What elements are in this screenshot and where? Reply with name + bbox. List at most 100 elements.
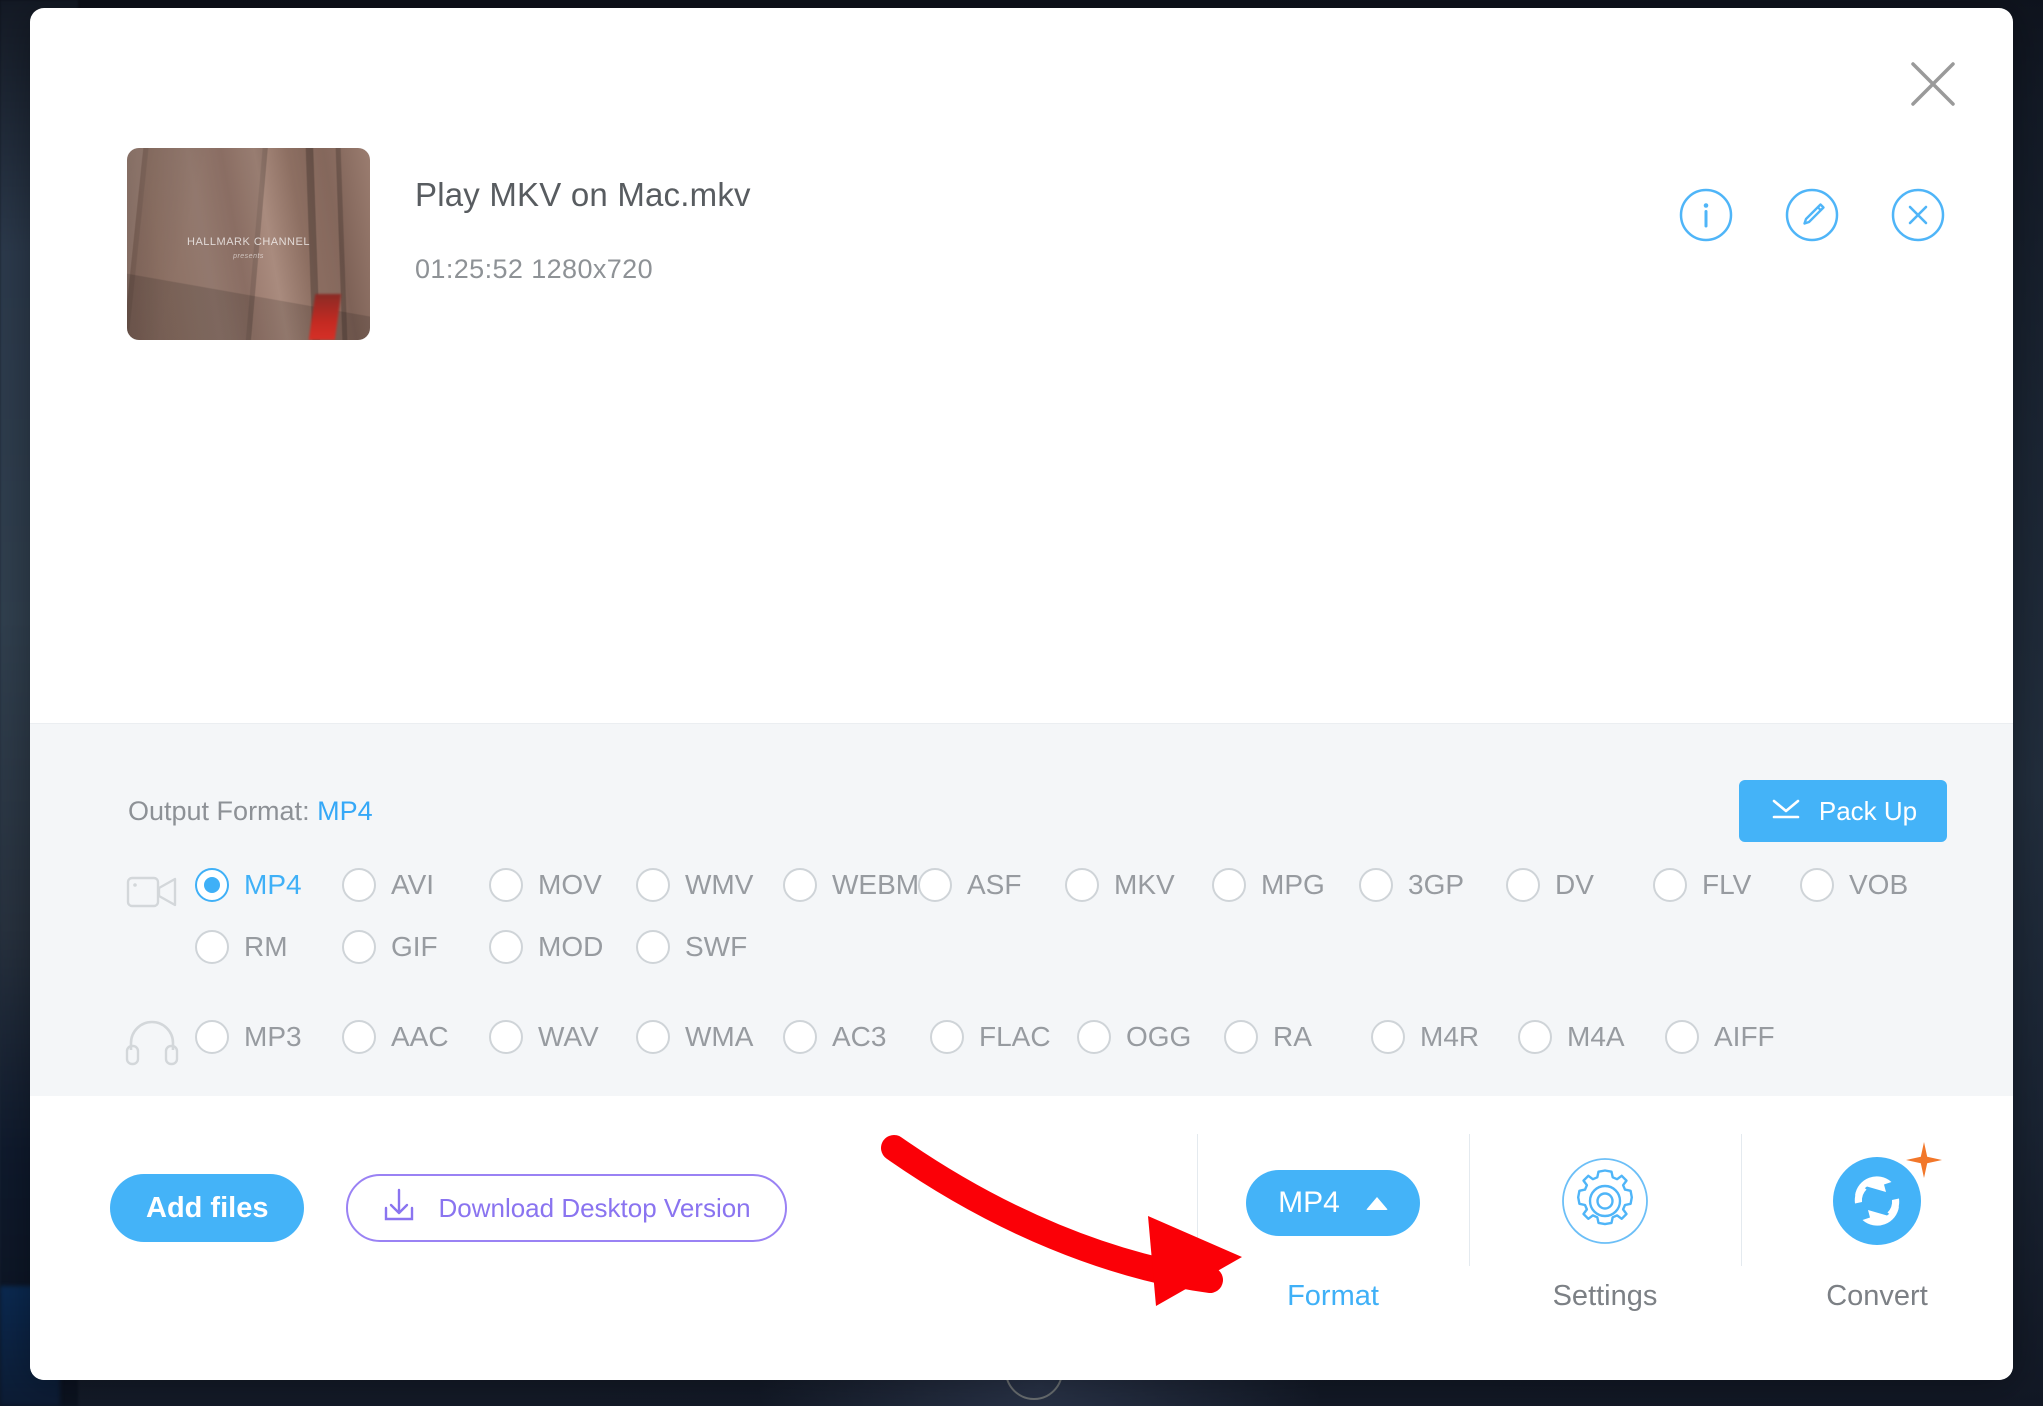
format-option-label: WMV xyxy=(685,869,754,900)
radio-icon[interactable] xyxy=(930,1020,964,1054)
format-option-label: AIFF xyxy=(1714,1021,1775,1052)
tool-convert[interactable]: Convert xyxy=(1741,1096,2013,1313)
format-option-ra[interactable]: RA xyxy=(1224,1006,1371,1068)
format-select-value: MP4 xyxy=(1278,1186,1340,1219)
radio-icon[interactable] xyxy=(342,930,376,964)
format-option-label: M4A xyxy=(1567,1021,1625,1052)
format-option-aac[interactable]: AAC xyxy=(342,1006,489,1068)
toolbar-right-tools: MP4 Format Settings Convert xyxy=(1197,1096,2013,1380)
format-option-mpg[interactable]: MPG xyxy=(1212,854,1359,916)
radio-icon[interactable] xyxy=(636,1020,670,1054)
format-option-label: DV xyxy=(1555,869,1594,900)
format-option-asf[interactable]: ASF xyxy=(918,854,1065,916)
download-desktop-version-button[interactable]: Download Desktop Version xyxy=(346,1174,787,1242)
radio-icon[interactable] xyxy=(489,868,523,902)
format-option-mp3[interactable]: MP3 xyxy=(195,1006,342,1068)
video-format-rows: MP4 AVI MOV WMV WEBM ASF MKV MPG 3GP DV FLV VOB RM G… xyxy=(195,854,2013,978)
format-option-flv[interactable]: FLV xyxy=(1653,854,1800,916)
info-icon[interactable] xyxy=(1677,186,1735,244)
radio-icon[interactable] xyxy=(489,1020,523,1054)
format-option-label: MOV xyxy=(538,869,602,900)
format-option-label: WAV xyxy=(538,1021,599,1052)
radio-icon[interactable] xyxy=(1224,1020,1258,1054)
radio-icon[interactable] xyxy=(636,868,670,902)
format-option-swf[interactable]: SWF xyxy=(636,916,783,978)
remove-file-icon[interactable] xyxy=(1889,186,1947,244)
bottom-toolbar: Add files Download Desktop Version MP4 F… xyxy=(30,1096,2013,1380)
format-option-mkv[interactable]: MKV xyxy=(1065,854,1212,916)
format-option-label: GIF xyxy=(391,931,438,962)
radio-icon[interactable] xyxy=(918,868,952,902)
format-option-flac[interactable]: FLAC xyxy=(930,1006,1077,1068)
radio-icon[interactable] xyxy=(489,930,523,964)
radio-icon[interactable] xyxy=(783,868,817,902)
tool-settings[interactable]: Settings xyxy=(1469,1096,1741,1313)
convert-icon-wrap xyxy=(1741,1141,2013,1252)
format-option-aiff[interactable]: AIFF xyxy=(1665,1006,1812,1068)
format-option-label: 3GP xyxy=(1408,869,1465,900)
format-option-wav[interactable]: WAV xyxy=(489,1006,636,1068)
sparkle-icon xyxy=(1903,1139,1945,1186)
format-option-ogg[interactable]: OGG xyxy=(1077,1006,1224,1068)
format-option-avi[interactable]: AVI xyxy=(342,854,489,916)
radio-icon[interactable] xyxy=(1518,1020,1552,1054)
radio-icon[interactable] xyxy=(1371,1020,1405,1054)
output-format-panel: Output Format: MP4 Pack Up MP4 AVI MOV W… xyxy=(30,723,2013,1096)
radio-icon[interactable] xyxy=(1506,868,1540,902)
format-option-label: FLV xyxy=(1702,869,1752,900)
radio-icon[interactable] xyxy=(342,868,376,902)
radio-icon[interactable] xyxy=(1212,868,1246,902)
format-option-m4r[interactable]: M4R xyxy=(1371,1006,1518,1068)
format-option-vob[interactable]: VOB xyxy=(1800,854,1947,916)
radio-icon[interactable] xyxy=(1065,868,1099,902)
tool-format: MP4 Format xyxy=(1197,1096,1469,1313)
radio-icon[interactable] xyxy=(783,1020,817,1054)
thumbnail-red-accent xyxy=(308,294,342,340)
output-format-label: Output Format: xyxy=(128,795,310,826)
format-option-label: AAC xyxy=(391,1021,449,1052)
radio-icon[interactable] xyxy=(1665,1020,1699,1054)
format-option-mov[interactable]: MOV xyxy=(489,854,636,916)
file-name: Play MKV on Mac.mkv xyxy=(415,176,751,213)
radio-icon[interactable] xyxy=(1359,868,1393,902)
chevron-up-icon xyxy=(1365,1196,1388,1210)
radio-icon[interactable] xyxy=(1800,868,1834,902)
add-files-button[interactable]: Add files xyxy=(110,1174,305,1242)
format-option-label: MKV xyxy=(1114,869,1175,900)
format-option-label: AC3 xyxy=(832,1021,887,1052)
format-option-mod[interactable]: MOD xyxy=(489,916,636,978)
format-option-wma[interactable]: WMA xyxy=(636,1006,783,1068)
convert-icon xyxy=(1831,1141,1942,1252)
format-option-3gp[interactable]: 3GP xyxy=(1359,854,1506,916)
format-option-gif[interactable]: GIF xyxy=(342,916,489,978)
format-option-label: MOD xyxy=(538,931,604,962)
convert-label: Convert xyxy=(1826,1280,1928,1312)
format-option-m4a[interactable]: M4A xyxy=(1518,1006,1665,1068)
format-option-label: RA xyxy=(1273,1021,1312,1052)
radio-icon[interactable] xyxy=(1077,1020,1111,1054)
settings-icon-wrap xyxy=(1469,1156,1741,1250)
file-meta: Play MKV on Mac.mkv 01:25:52 1280x720 xyxy=(370,148,1677,285)
radio-icon[interactable] xyxy=(342,1020,376,1054)
radio-icon[interactable] xyxy=(195,1020,229,1054)
format-option-ac3[interactable]: AC3 xyxy=(783,1006,930,1068)
download-icon xyxy=(382,1186,416,1231)
pack-up-button[interactable]: Pack Up xyxy=(1739,780,1947,842)
radio-icon[interactable] xyxy=(195,930,229,964)
file-actions xyxy=(1677,148,1947,244)
format-option-wmv[interactable]: WMV xyxy=(636,854,783,916)
radio-icon[interactable] xyxy=(1653,868,1687,902)
edit-pencil-icon[interactable] xyxy=(1783,186,1841,244)
format-option-webm[interactable]: WEBM xyxy=(783,854,919,916)
file-thumbnail: HALLMARK CHANNEL presents xyxy=(127,148,370,340)
format-option-label: MP3 xyxy=(244,1021,302,1052)
thumbnail-caption-sub: presents xyxy=(233,253,264,260)
format-select-button[interactable]: MP4 xyxy=(1246,1170,1420,1236)
thumbnail-caption: HALLMARK CHANNEL presents xyxy=(127,236,370,260)
format-option-rm[interactable]: RM xyxy=(195,916,342,978)
radio-icon[interactable] xyxy=(195,868,229,902)
audio-format-row-1: MP3 AAC WAV WMA AC3 FLAC OGG RA M4R M4A AIFF xyxy=(195,1006,2013,1068)
radio-icon[interactable] xyxy=(636,930,670,964)
format-option-dv[interactable]: DV xyxy=(1506,854,1653,916)
format-option-mp4[interactable]: MP4 xyxy=(195,854,342,916)
